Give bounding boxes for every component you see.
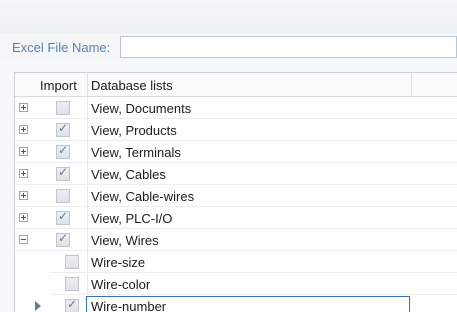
excel-file-name-label: Excel File Name: <box>12 40 111 55</box>
grid-header: Import Database lists <box>15 73 457 97</box>
row-label: View, Terminals <box>91 145 181 160</box>
tree-row-view-products[interactable]: ✓ View, Products <box>15 119 457 141</box>
row-label: View, Cable-wires <box>91 189 195 204</box>
tree-child-wire-size[interactable]: Wire-size <box>50 251 457 273</box>
row-label: Wire-color <box>91 277 151 292</box>
column-separator[interactable] <box>87 73 88 96</box>
column-header-import[interactable]: Import <box>40 78 77 93</box>
expand-plus-icon[interactable] <box>19 191 28 200</box>
row-label: View, Cables <box>91 167 166 182</box>
import-checkbox[interactable]: ✓ <box>56 143 70 159</box>
expand-plus-icon[interactable] <box>19 147 28 156</box>
checkmark-icon: ✓ <box>58 231 69 245</box>
database-lists-grid: Import Database lists View, Documents ✓ … <box>14 72 457 312</box>
expand-plus-icon[interactable] <box>19 125 28 134</box>
tree-row-view-cables[interactable]: ✓ View, Cables <box>15 163 457 185</box>
checkmark-icon: ✓ <box>58 209 69 223</box>
column-separator[interactable] <box>411 73 412 96</box>
row-label: View, Documents <box>91 101 192 116</box>
import-checkbox[interactable]: ✓ <box>56 121 70 137</box>
row-label: Wire-size <box>91 255 146 270</box>
checkmark-icon: ✓ <box>58 143 69 157</box>
import-checkbox[interactable]: ✓ <box>56 209 70 225</box>
row-label: View, PLC-I/O <box>91 211 173 226</box>
checkmark-icon: ✓ <box>58 121 69 135</box>
current-row-pointer-icon <box>35 301 41 311</box>
title-bar <box>0 0 457 33</box>
row-label: View, Wires <box>91 233 159 248</box>
expand-plus-icon[interactable] <box>19 213 28 222</box>
collapse-minus-icon[interactable] <box>19 235 28 244</box>
import-checkbox[interactable]: ✓ <box>56 231 70 247</box>
tree-row-view-documents[interactable]: View, Documents <box>15 97 457 119</box>
excel-file-name-input[interactable] <box>120 36 457 58</box>
tree-child-wire-color[interactable]: Wire-color <box>50 273 457 295</box>
expand-plus-icon[interactable] <box>19 169 28 178</box>
checkmark-icon: ✓ <box>58 165 69 179</box>
tree-row-view-wires[interactable]: ✓ View, Wires <box>15 229 457 251</box>
import-checkbox[interactable] <box>65 277 79 291</box>
import-checkbox[interactable] <box>56 189 70 203</box>
import-checkbox[interactable] <box>56 101 70 115</box>
import-checkbox[interactable] <box>65 255 79 269</box>
tree-row-view-cable-wires[interactable]: View, Cable-wires <box>15 185 457 207</box>
row-label: Wire-number <box>91 299 167 312</box>
import-checkbox[interactable]: ✓ <box>56 165 70 181</box>
tree-row-view-plc-io[interactable]: ✓ View, PLC-I/O <box>15 207 457 229</box>
tree-child-wire-number[interactable]: ✓ Wire-number <box>30 295 457 312</box>
row-label: View, Products <box>91 123 177 138</box>
column-header-database-lists[interactable]: Database lists <box>91 78 173 93</box>
tree-row-view-terminals[interactable]: ✓ View, Terminals <box>15 141 457 163</box>
import-checkbox[interactable]: ✓ <box>65 297 79 312</box>
checkmark-icon: ✓ <box>67 297 78 311</box>
expand-plus-icon[interactable] <box>19 103 28 112</box>
